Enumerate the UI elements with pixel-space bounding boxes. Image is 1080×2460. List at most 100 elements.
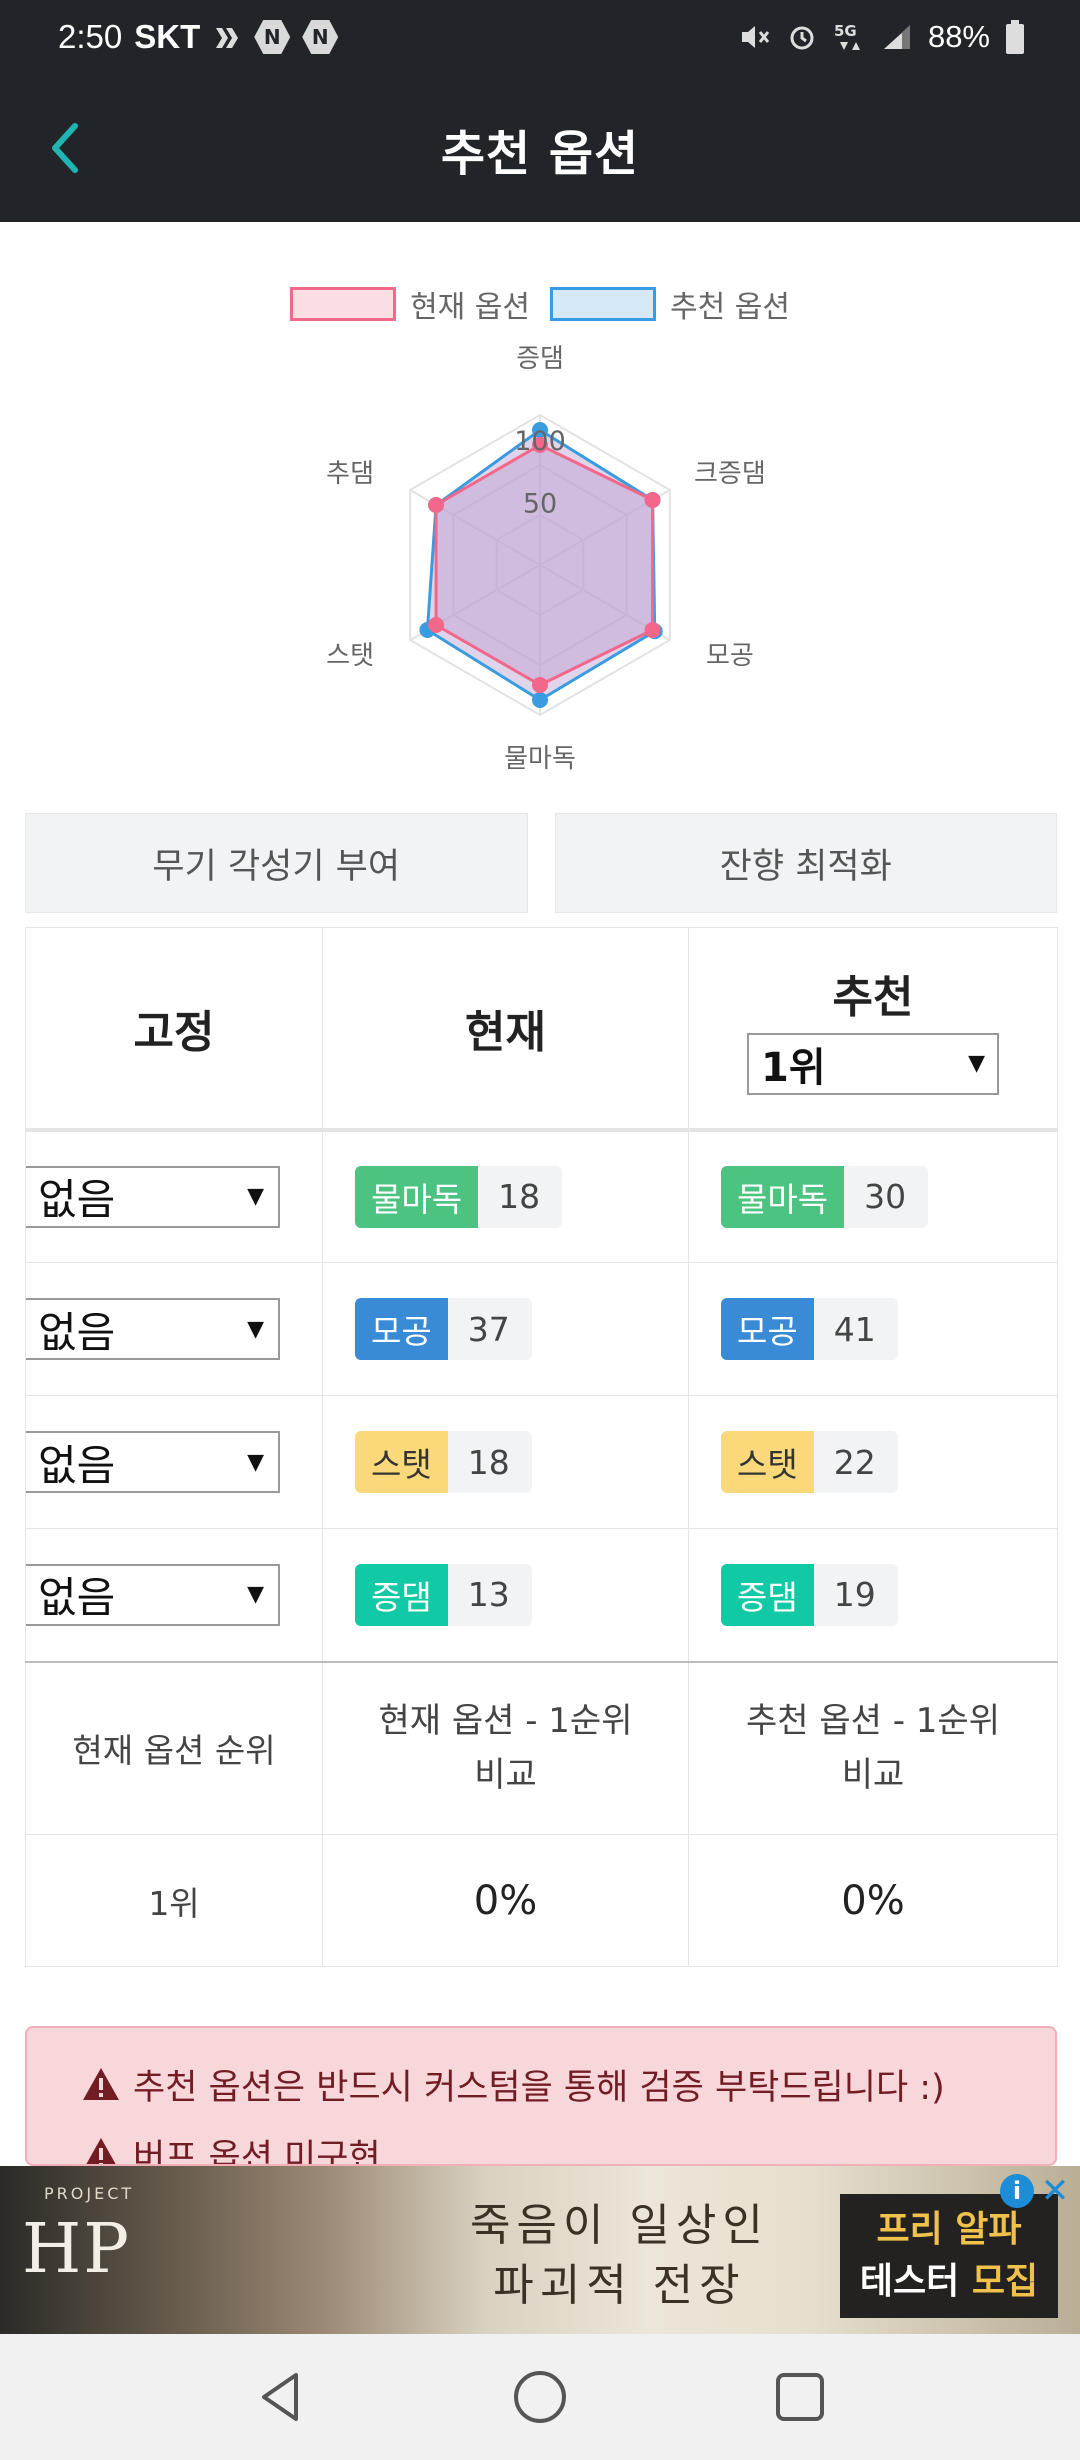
current-option-chip: 스탯 18 (355, 1431, 532, 1493)
battery-icon (1004, 19, 1026, 55)
rank-label: 현재 옵션 순위 (72, 1731, 276, 1771)
option-row: 없음 ▼ 모공 37 모공 41 (25, 1262, 1058, 1396)
ad-logo-small: PROJECT (44, 2184, 135, 2203)
nav-home-button[interactable] (495, 2352, 585, 2442)
header-recommended: 추천 1위 ▼ (688, 927, 1058, 1132)
rank-select-value: 1위 (761, 1044, 826, 1091)
dropdown-arrow-icon: ▼ (247, 1582, 264, 1608)
warning-icon (86, 2138, 116, 2164)
current-option-chip: 물마독 18 (355, 1165, 563, 1228)
current-option-chip: 모공 37 (355, 1298, 532, 1360)
radar-axis-label: 추댐 (326, 459, 374, 489)
option-name: 모공 (355, 1298, 448, 1360)
option-row: 없음 ▼ 물마독 18 물마독 30 (25, 1129, 1058, 1263)
signal-icon (880, 21, 914, 53)
fixed-select[interactable]: 없음 ▼ (26, 1563, 280, 1626)
recommended-pct-cell: 0% (688, 1834, 1058, 1967)
fixed-select[interactable]: 없음 ▼ (26, 1431, 280, 1493)
fixed-cell: 없음 ▼ (25, 1395, 323, 1529)
radar-axis-label: 크증댐 (694, 459, 766, 489)
header-current: 현재 (322, 927, 689, 1132)
ad-info-icon[interactable]: i (1000, 2174, 1034, 2208)
header-fixed: 고정 (25, 927, 323, 1132)
status-right: 5G 88% (738, 19, 1026, 55)
radar-axis-label: 모공 (706, 641, 754, 671)
radar-tick-label: 100 (514, 426, 566, 457)
option-value: 30 (844, 1165, 929, 1228)
recommended-option-chip: 증댐 19 (721, 1563, 898, 1626)
alert-text-2: 버프 옵션 미구현 (133, 2137, 381, 2166)
current-series-point (532, 677, 548, 693)
ad-close-icon[interactable]: ✕ (1038, 2171, 1072, 2211)
current-series-point (644, 622, 661, 638)
option-name: 물마독 (721, 1165, 845, 1228)
status-bar: 2:50 SKT N N 5G 88% (0, 0, 1080, 74)
option-value: 22 (813, 1431, 898, 1493)
recommended-series-point (532, 692, 548, 708)
current-series-point (644, 492, 661, 508)
radar-axis-label: 증댐 (516, 344, 564, 374)
status-carrier: SKT (134, 18, 201, 55)
option-name: 스탯 (721, 1431, 814, 1493)
app-screen: 2:50 SKT N N 5G 88% 추천 옵션 현재 옵션 추천 옵션 10… (0, 0, 1080, 2460)
table-header-row: 고정 현재 추천 1위 ▼ (25, 927, 1058, 1132)
current-option-cell: 증댐 13 (322, 1528, 689, 1663)
radar-axis-label: 물마독 (504, 744, 576, 774)
fixed-select[interactable]: 없음 ▼ (26, 1165, 280, 1228)
option-name: 모공 (721, 1298, 814, 1360)
legend-label-current: 현재 옵션 (410, 290, 530, 325)
recommended-compare-cell: 추천 옵션 - 1순위 비교 (688, 1661, 1058, 1835)
rank-select[interactable]: 1위 ▼ (747, 1032, 999, 1095)
warning-icon (83, 2068, 119, 2100)
action-row: 무기 각성기 부여 잔향 최적화 (25, 813, 1057, 913)
fixed-cell: 없음 ▼ (25, 1262, 323, 1396)
current-compare-line2: 비교 (474, 1755, 537, 1796)
recommended-option-cell: 물마독 30 (688, 1129, 1058, 1263)
home-circle-icon (514, 2371, 566, 2423)
ad-cta-line2a: 테스터 (859, 2261, 960, 2302)
option-value: 37 (447, 1298, 532, 1360)
legend-item-current[interactable]: 현재 옵션 (290, 282, 530, 326)
option-value: 18 (447, 1431, 532, 1493)
nav-recents-button[interactable] (755, 2352, 845, 2442)
recommended-option-chip: 물마독 30 (721, 1165, 929, 1228)
weapon-awaken-button[interactable]: 무기 각성기 부여 (25, 813, 528, 913)
residual-optimize-button[interactable]: 잔향 최적화 (554, 813, 1057, 913)
dropdown-arrow-icon: ▼ (247, 1316, 264, 1342)
legend-item-recommended[interactable]: 추천 옵션 (550, 282, 790, 326)
radar-svg: 100 50 증댐크증댐모공물마독 스탯 추댐 (326, 344, 766, 774)
ad-cta-button[interactable]: 프리 알파 테스터 모집 (840, 2194, 1058, 2318)
radar-chart: 100 50 증댐 크증댐 모공 물마독 스탯 추댐 (0, 330, 1080, 790)
alert-line-2: 버프 옵션 미구현 (81, 2122, 1055, 2166)
current-option-cell: 스탯 18 (322, 1395, 689, 1529)
alarm-icon (786, 21, 818, 53)
option-name: 증댐 (721, 1563, 814, 1626)
fixed-select-value: 없음 (38, 1573, 116, 1623)
current-option-chip: 증댐 13 (355, 1563, 532, 1626)
ad-banner[interactable]: PROJECT HP 죽음이 일상인 파괴적 전장 프리 알파 테스터 모집 i… (0, 2166, 1080, 2334)
nav-back-button[interactable] (235, 2352, 325, 2442)
current-compare-cell: 현재 옵션 - 1순위 비교 (322, 1661, 689, 1835)
rank-value: 1위 (148, 1883, 200, 1923)
option-value: 18 (478, 1165, 563, 1228)
ad-logo: HP (22, 2210, 132, 2289)
ad-copy-line2: 파괴적 전장 (493, 2260, 746, 2311)
fixed-select[interactable]: 없음 ▼ (26, 1298, 280, 1360)
ad-copy: 죽음이 일상인 파괴적 전장 (470, 2196, 769, 2316)
app-bar: 추천 옵션 (0, 74, 1080, 222)
current-pct: 0% (473, 1877, 538, 1924)
current-compare-line1: 현재 옵션 - 1순위 (378, 1701, 633, 1742)
option-row: 없음 ▼ 증댐 13 증댐 19 (25, 1528, 1058, 1663)
recommended-compare-line2: 비교 (841, 1755, 905, 1796)
warning-alert: 추천 옵션은 반드시 커스텀을 통해 검증 부탁드립니다 :) 버프 옵션 미구… (25, 2026, 1057, 2166)
status-time: 2:50 (58, 18, 123, 55)
page-title: 추천 옵션 (440, 126, 640, 182)
header-recommended-label: 추천 (832, 971, 914, 1023)
dropdown-arrow-icon: ▼ (247, 1184, 264, 1210)
battery-percent: 88% (927, 19, 990, 54)
alert-text-1: 추천 옵션은 반드시 커스텀을 통해 검증 부탁드립니다 :) (133, 2067, 945, 2108)
legend-swatch-recommended (550, 287, 656, 321)
current-option-cell: 모공 37 (322, 1262, 689, 1396)
current-option-cell: 물마독 18 (322, 1129, 689, 1263)
option-value: 41 (813, 1298, 898, 1360)
